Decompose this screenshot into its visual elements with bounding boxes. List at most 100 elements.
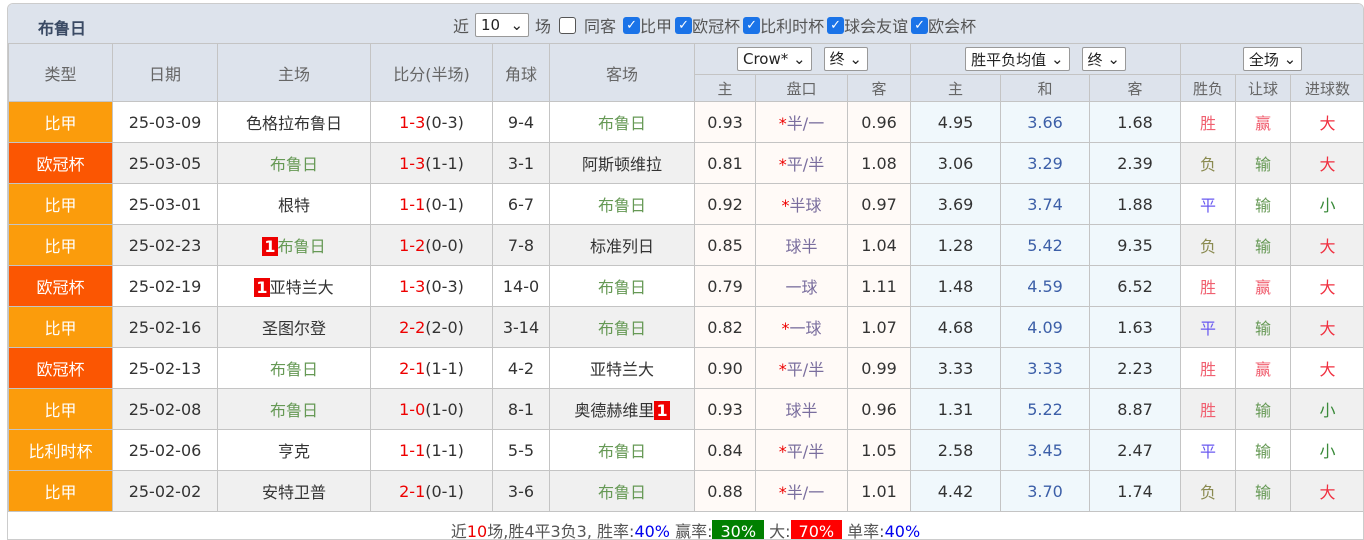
euro-draw: 3.74 [1000, 183, 1090, 225]
league-checkbox[interactable]: ✓ [827, 16, 845, 34]
home-team[interactable]: 1 布鲁日 [217, 224, 371, 266]
score[interactable]: 2-1(0-1) [370, 470, 493, 512]
handicap-result: 输 [1235, 388, 1292, 430]
handicap: 球半 [755, 224, 848, 266]
league-type[interactable]: 比甲 [8, 306, 113, 348]
goals-result: 小 [1290, 388, 1363, 430]
score[interactable]: 1-1(0-1) [370, 183, 493, 225]
odds-type-select[interactable]: 胜平负均值 ⌄ [965, 47, 1070, 71]
score[interactable]: 1-1(1-1) [370, 429, 493, 471]
subcol-header: 主 [910, 74, 1001, 102]
table-row[interactable]: 比甲 25-03-01 根特 1-1(0-1) 6-7 布鲁日 0.92 *半球… [8, 183, 1363, 225]
odd-rate: 40% [884, 522, 921, 540]
table-row[interactable]: 比甲 25-02-08 布鲁日 1-0(1-0) 8-1 奥德赫维里 1 0.93… [8, 388, 1363, 430]
corners: 4-2 [492, 347, 550, 389]
match-date: 25-02-16 [112, 306, 218, 348]
goals-result: 小 [1290, 183, 1363, 225]
score[interactable]: 1-2(0-0) [370, 224, 493, 266]
league-checkbox[interactable]: ✓ [743, 16, 761, 34]
home-team[interactable]: 亨克 [217, 429, 371, 471]
league-type[interactable]: 欧冠杯 [8, 347, 113, 389]
home-team[interactable]: 圣图尔登 [217, 306, 371, 348]
corners: 14-0 [492, 265, 550, 307]
goals-result: 大 [1290, 101, 1363, 143]
odds-state-select[interactable]: 终 ⌄ [1081, 47, 1126, 71]
league-checkbox[interactable]: ✓ [623, 16, 641, 34]
table-row[interactable]: 比甲 25-02-16 圣图尔登 2-2(2-0) 3-14 布鲁日 0.82 … [8, 306, 1363, 348]
subcol-header: 让球 [1235, 74, 1292, 102]
result: 平 [1180, 183, 1237, 225]
home-team[interactable]: 布鲁日 [217, 142, 371, 184]
home-team[interactable]: 色格拉布鲁日 [217, 101, 371, 143]
match-date: 25-03-05 [112, 142, 218, 184]
score[interactable]: 1-3(1-1) [370, 142, 493, 184]
corners: 9-4 [492, 101, 550, 143]
home-team[interactable]: 1 亚特兰大 [217, 265, 371, 307]
home-odds: 0.90 [694, 347, 756, 389]
league-label: 比甲 [640, 17, 673, 36]
table-row[interactable]: 欧冠杯 25-02-19 1 亚特兰大 1-3(0-3) 14-0 布鲁日 0.7… [8, 265, 1363, 307]
euro-home: 4.95 [910, 101, 1001, 143]
scope-header: 全场 ⌄ [1180, 43, 1363, 75]
table-row[interactable]: 比甲 25-02-23 1 布鲁日 1-2(0-0) 7-8 标准列日 0.85 … [8, 224, 1363, 266]
win-rate: 40% [634, 522, 670, 540]
home-odds: 0.92 [694, 183, 756, 225]
away-team[interactable]: 布鲁日 [549, 429, 695, 471]
home-team[interactable]: 安特卫普 [217, 470, 371, 512]
company-select[interactable]: Crow* ⌄ [737, 47, 812, 72]
score[interactable]: 2-2(2-0) [370, 306, 493, 348]
league-type[interactable]: 欧冠杯 [8, 142, 113, 184]
table-row[interactable]: 比利时杯 25-02-06 亨克 1-1(1-1) 5-5 布鲁日 0.84 *… [8, 429, 1363, 471]
away-team[interactable]: 标准列日 [549, 224, 695, 266]
league-type[interactable]: 比甲 [8, 470, 113, 512]
corners: 6-7 [492, 183, 550, 225]
corners: 3-14 [492, 306, 550, 348]
away-team[interactable]: 布鲁日 [549, 306, 695, 348]
league-label: 比利时杯 [760, 17, 825, 36]
same-venue-label: 同客 [584, 17, 617, 36]
league-checkbox[interactable]: ✓ [675, 16, 693, 34]
scope-select[interactable]: 全场 ⌄ [1242, 47, 1303, 71]
table-row[interactable]: 欧冠杯 25-03-05 布鲁日 1-3(1-1) 3-1 阿斯顿维拉 0.81… [8, 142, 1363, 184]
league-type[interactable]: 比甲 [8, 388, 113, 430]
chevron-down-icon: ⌄ [510, 16, 524, 34]
away-team[interactable]: 亚特兰大 [549, 347, 695, 389]
score[interactable]: 2-1(1-1) [370, 347, 493, 389]
away-team[interactable]: 布鲁日 [549, 470, 695, 512]
table-row[interactable]: 比甲 25-02-02 安特卫普 2-1(0-1) 3-6 布鲁日 0.88 *… [8, 470, 1363, 512]
result: 胜 [1180, 265, 1237, 307]
corners: 7-8 [492, 224, 550, 266]
league-label: 欧冠杯 [692, 17, 741, 36]
score[interactable]: 1-3(0-3) [370, 265, 493, 307]
handicap-result: 输 [1235, 142, 1292, 184]
away-team[interactable]: 奥德赫维里 1 [549, 388, 695, 430]
table-row[interactable]: 比甲 25-03-09 色格拉布鲁日 1-3(0-3) 9-4 布鲁日 0.93… [8, 101, 1363, 143]
league-type[interactable]: 比甲 [8, 101, 113, 143]
match-count-select[interactable]: 10 ⌄ [475, 13, 530, 37]
away-odds: 0.99 [847, 347, 911, 389]
away-team[interactable]: 布鲁日 [549, 265, 695, 307]
score[interactable]: 1-0(1-0) [370, 388, 493, 430]
league-type[interactable]: 比甲 [8, 183, 113, 225]
table-row[interactable]: 欧冠杯 25-02-13 布鲁日 2-1(1-1) 4-2 亚特兰大 0.90 … [8, 347, 1363, 389]
match-date: 25-02-06 [112, 429, 218, 471]
away-team[interactable]: 阿斯顿维拉 [549, 142, 695, 184]
subcol-header: 和 [1000, 74, 1090, 102]
match-date: 25-02-02 [112, 470, 218, 512]
score[interactable]: 1-3(0-3) [370, 101, 493, 143]
home-odds: 0.93 [694, 388, 756, 430]
chevron-down-icon: ⌄ [793, 50, 806, 69]
league-type[interactable]: 比甲 [8, 224, 113, 266]
home-team[interactable]: 布鲁日 [217, 388, 371, 430]
away-team[interactable]: 布鲁日 [549, 101, 695, 143]
league-type[interactable]: 欧冠杯 [8, 265, 113, 307]
company-state-select[interactable]: 终 ⌄ [823, 46, 868, 71]
home-team[interactable]: 根特 [217, 183, 371, 225]
euro-home: 2.58 [910, 429, 1001, 471]
same-venue-checkbox[interactable] [559, 16, 577, 34]
away-team[interactable]: 布鲁日 [549, 183, 695, 225]
home-team[interactable]: 布鲁日 [217, 347, 371, 389]
league-type[interactable]: 比利时杯 [8, 429, 113, 471]
euro-away: 2.23 [1088, 347, 1182, 389]
league-checkbox[interactable]: ✓ [911, 16, 929, 34]
